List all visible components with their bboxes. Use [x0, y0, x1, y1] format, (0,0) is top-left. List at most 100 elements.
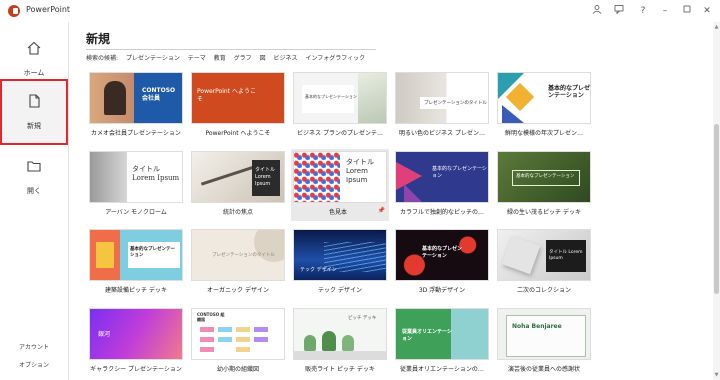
scroll-up-icon[interactable]: ▲ [713, 24, 720, 30]
sidebar-item-label: 新規 [27, 122, 41, 130]
thumb-title: 基本的なプレゼンテーション [516, 174, 575, 179]
template-tile[interactable]: CONTOSO 会社員 カメオ会社員プレゼンテーション [89, 72, 183, 140]
template-thumbnail: 基本的なプレゼンテーション [497, 151, 591, 203]
template-caption: テック デザイン [318, 287, 362, 294]
template-tile[interactable]: 従業員オリエンテーション 従業員オリエンテーションの… [395, 308, 489, 376]
template-caption: ギャラクシー プレゼンテーション [90, 366, 182, 373]
template-tile[interactable]: CONTOSO 組織図 幼小期の組織図 [191, 308, 285, 376]
page-title: 新規 [86, 32, 111, 46]
main-panel: 新規 検索の候補: プレゼンテーション テーマ 教育 グラフ 図 ビジネス イン… [69, 22, 720, 380]
template-thumbnail: 基本的なプレゼンテーション [293, 72, 387, 124]
template-tile[interactable]: タイトル Lorem Ipsum 二次のコレクション [497, 229, 591, 297]
template-thumbnail: タイトル Lorem Ipsum [497, 229, 591, 281]
template-tile[interactable]: プレゼンテーションのタイトル 明るい色のビジネス プレゼン… [395, 72, 489, 140]
folder-icon [27, 161, 41, 172]
new-document-icon [29, 94, 40, 108]
template-tile[interactable]: タイトル Lorem Ipsum 色見本 📌 [291, 149, 389, 221]
suggestion-link[interactable]: テーマ [188, 55, 206, 62]
thumb-title: プレゼンテーションのタイトル [212, 253, 275, 258]
template-thumbnail: CONTOSO 会社員 [89, 72, 183, 124]
suggestion-link[interactable]: グラフ [234, 55, 252, 62]
sidebar-item-label: ホーム [23, 69, 45, 77]
template-caption: 色見本 [328, 209, 347, 216]
template-caption: 明るい色のビジネス プレゼン… [399, 130, 485, 137]
close-icon[interactable]: ✕ [700, 4, 714, 18]
powerpoint-logo-icon [8, 5, 20, 17]
help-icon[interactable]: ? [636, 4, 650, 18]
template-thumbnail: タイトル Lorem Ipsum [191, 151, 285, 203]
sidebar-item-new[interactable]: 新規 [0, 79, 68, 145]
thumb-title: タイトル Lorem Ipsum [132, 165, 180, 182]
search-underline [86, 49, 376, 50]
feedback-icon[interactable] [612, 4, 626, 18]
options-link[interactable]: オプション [0, 360, 68, 369]
template-tile[interactable]: 基本的なプレゼンテーション ビジネス プランのプレゼンテ… [293, 72, 387, 140]
sidebar-item-label: 開く [27, 187, 41, 195]
template-caption: アーバン モノクローム [105, 209, 167, 216]
template-tile[interactable]: 基本的なプレゼンテーション 建築設備ピッチ デッキ [89, 229, 183, 297]
thumb-title: ピッチ デッキ [348, 316, 377, 321]
suggestion-link[interactable]: 教育 [214, 55, 226, 62]
thumb-title: Noha Benjaree [512, 323, 562, 330]
account-link[interactable]: アカウント [0, 342, 68, 351]
template-thumbnail: 基本的なプレゼンテーション [497, 72, 591, 124]
template-thumbnail: 基本的なプレゼンテーション [395, 151, 489, 203]
template-tile[interactable]: 銀河 ギャラクシー プレゼンテーション [89, 308, 183, 376]
template-tile[interactable]: 基本的なプレゼンテーション 鮮明な模様の年次プレゼン… [497, 72, 591, 140]
thumb-title: 基本的なプレゼンテーション [130, 247, 175, 258]
template-thumbnail: ピッチ デッキ [293, 308, 387, 360]
suggestion-link[interactable]: プレゼンテーション [126, 55, 180, 62]
scroll-thumb[interactable] [714, 124, 719, 294]
template-caption: 3D 浮動デザイン [418, 287, 466, 294]
thumb-title: 基本的なプレゼンテーション [422, 246, 463, 259]
thumb-title: CONTOSO 会社員 [142, 87, 176, 102]
template-caption: PowerPoint へようこそ [205, 130, 271, 137]
scrollbar[interactable]: ▲ ▼ [713, 22, 720, 380]
sidebar-item-open[interactable]: 開く [2, 146, 66, 208]
thumb-title: テック デザイン [300, 267, 337, 273]
template-tile[interactable]: タイトル Lorem Ipsum アーバン モノクローム [89, 151, 183, 219]
thumb-title: 基本的なプレゼンテーション [548, 85, 591, 99]
template-caption: 緑の生い茂るピッチ デッキ [507, 209, 581, 216]
template-thumbnail: Noha Benjaree [497, 308, 591, 360]
thumb-title: タイトル Lorem Ipsum [346, 158, 374, 184]
template-caption: 二次のコレクション [516, 287, 571, 294]
maximize-icon[interactable] [680, 4, 694, 18]
template-caption: オーガニック デザイン [207, 287, 269, 294]
template-tile[interactable]: 基本的なプレゼンテーション 3D 浮動デザイン [395, 229, 489, 297]
sidebar: ホーム 新規 開く アカウント オプション [0, 22, 69, 380]
template-tile[interactable]: テック デザイン テック デザイン [293, 229, 387, 297]
home-icon [27, 41, 41, 55]
template-tile[interactable]: Noha Benjaree 演芸後の従業員への感謝状 [497, 308, 591, 376]
template-tile[interactable]: タイトル Lorem Ipsum 統計の焦点 [191, 151, 285, 219]
search-suggestions: 検索の候補: プレゼンテーション テーマ 教育 グラフ 図 ビジネス インフォグ… [86, 53, 371, 62]
template-tile[interactable]: 基本的なプレゼンテーション カラフルで独創的なピッチの… [395, 151, 489, 219]
pin-icon[interactable]: 📌 [378, 207, 385, 214]
template-tile[interactable]: PowerPoint へようこそ PowerPoint へようこそ [191, 72, 285, 140]
thumb-title: タイトル Lorem Ipsum [549, 250, 583, 261]
thumb-title: 従業員オリエンテーション [402, 329, 452, 342]
template-tile[interactable]: プレゼンテーションのタイトル オーガニック デザイン [191, 229, 285, 297]
avatar-icon[interactable] [590, 4, 604, 18]
template-thumbnail: プレゼンテーションのタイトル [191, 229, 285, 281]
template-thumbnail: タイトル Lorem Ipsum [293, 151, 387, 203]
template-thumbnail: 基本的なプレゼンテーション [89, 229, 183, 281]
minimize-icon[interactable]: – [658, 4, 672, 18]
thumb-title: CONTOSO 組織図 [197, 312, 225, 322]
template-caption: 販売ライト ピッチ デッキ [305, 366, 375, 373]
template-thumbnail: テック デザイン [293, 229, 387, 281]
suggestion-link[interactable]: 図 [260, 55, 266, 62]
template-tile[interactable]: 基本的なプレゼンテーション 緑の生い茂るピッチ デッキ [497, 151, 591, 219]
template-thumbnail: 銀河 [89, 308, 183, 360]
thumb-title: プレゼンテーションのタイトル [424, 101, 487, 106]
template-thumbnail: PowerPoint へようこそ [191, 72, 285, 124]
template-caption: 統計の焦点 [222, 209, 253, 216]
title-bar: PowerPoint ? – ✕ [0, 0, 720, 22]
template-caption: 演芸後の従業員への感謝状 [507, 366, 580, 373]
template-thumbnail: 従業員オリエンテーション [395, 308, 489, 360]
scroll-down-icon[interactable]: ▼ [713, 372, 720, 378]
suggestion-link[interactable]: インフォグラフィック [305, 55, 365, 62]
thumb-title: タイトル Lorem Ipsum [255, 167, 276, 187]
suggestion-link[interactable]: ビジネス [274, 55, 298, 62]
template-tile[interactable]: ピッチ デッキ 販売ライト ピッチ デッキ [293, 308, 387, 376]
